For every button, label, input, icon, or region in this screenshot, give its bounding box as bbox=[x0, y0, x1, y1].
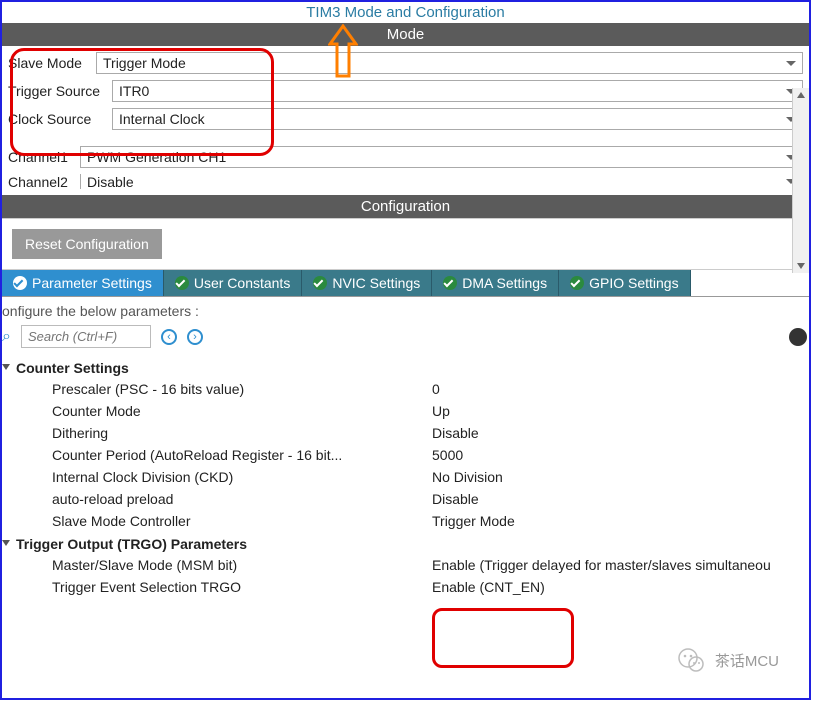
reset-configuration-button[interactable]: Reset Configuration bbox=[12, 229, 162, 259]
label-channel2: Channel2 bbox=[8, 174, 76, 189]
param-label: Dithering bbox=[52, 425, 432, 441]
search-input[interactable] bbox=[21, 325, 151, 348]
tab-label: Parameter Settings bbox=[32, 275, 152, 291]
param-row[interactable]: Master/Slave Mode (MSM bit) Enable (Trig… bbox=[2, 554, 809, 576]
select-channel2-value: Disable bbox=[87, 174, 134, 189]
param-row[interactable]: Prescaler (PSC - 16 bits value) 0 bbox=[2, 378, 809, 400]
chevron-down-icon bbox=[786, 61, 796, 66]
annotation-red-box bbox=[432, 608, 574, 668]
check-icon bbox=[313, 276, 327, 290]
select-trigger-source-value: ITR0 bbox=[119, 83, 149, 99]
param-value: Disable bbox=[432, 491, 479, 507]
wechat-icon bbox=[677, 646, 705, 674]
tab-user-constants[interactable]: User Constants bbox=[164, 270, 302, 296]
group-trgo-parameters[interactable]: Trigger Output (TRGO) Parameters bbox=[2, 534, 809, 554]
param-value: Up bbox=[432, 403, 450, 419]
label-clock-source: Clock Source bbox=[8, 111, 108, 127]
param-value: Enable (Trigger delayed for master/slave… bbox=[432, 557, 771, 573]
tab-label: DMA Settings bbox=[462, 275, 547, 291]
param-value: Trigger Mode bbox=[432, 513, 515, 529]
tab-parameter-settings[interactable]: Parameter Settings bbox=[2, 270, 164, 296]
select-clock-source-value: Internal Clock bbox=[119, 111, 205, 127]
param-value: Enable (CNT_EN) bbox=[432, 579, 545, 595]
check-icon bbox=[570, 276, 584, 290]
watermark-text: 茶话MCU bbox=[715, 650, 779, 671]
select-slave-mode[interactable]: Trigger Mode bbox=[96, 52, 803, 74]
check-icon bbox=[175, 276, 189, 290]
tab-label: GPIO Settings bbox=[589, 275, 678, 291]
param-label: auto-reload preload bbox=[52, 491, 432, 507]
param-value: Disable bbox=[432, 425, 479, 441]
section-header-configuration: Configuration bbox=[2, 195, 809, 218]
param-row[interactable]: Internal Clock Division (CKD) No Divisio… bbox=[2, 466, 809, 488]
search-prev-button[interactable]: ‹ bbox=[161, 329, 177, 345]
label-slave-mode: Slave Mode bbox=[8, 55, 92, 71]
tab-gpio-settings[interactable]: GPIO Settings bbox=[559, 270, 690, 296]
page-title: TIM3 Mode and Configuration bbox=[2, 2, 809, 23]
param-row[interactable]: Trigger Event Selection TRGO Enable (CNT… bbox=[2, 576, 809, 598]
param-value: 5000 bbox=[432, 447, 463, 463]
select-channel1-value: PWM Generation CH1 bbox=[87, 149, 226, 165]
configure-description: onfigure the below parameters : bbox=[2, 297, 809, 321]
tab-nvic-settings[interactable]: NVIC Settings bbox=[302, 270, 432, 296]
select-channel1[interactable]: PWM Generation CH1 bbox=[80, 146, 803, 168]
param-row[interactable]: Slave Mode Controller Trigger Mode bbox=[2, 510, 809, 532]
param-row[interactable]: Counter Mode Up bbox=[2, 400, 809, 422]
check-icon bbox=[443, 276, 457, 290]
param-value: No Division bbox=[432, 469, 503, 485]
param-row[interactable]: Counter Period (AutoReload Register - 16… bbox=[2, 444, 809, 466]
param-label: Master/Slave Mode (MSM bit) bbox=[52, 557, 432, 573]
param-label: Prescaler (PSC - 16 bits value) bbox=[52, 381, 432, 397]
search-next-button[interactable]: › bbox=[187, 329, 203, 345]
param-row[interactable]: auto-reload preload Disable bbox=[2, 488, 809, 510]
watermark: 茶话MCU bbox=[677, 646, 779, 674]
param-label: Slave Mode Controller bbox=[52, 513, 432, 529]
select-slave-mode-value: Trigger Mode bbox=[103, 55, 186, 71]
collapse-all-icon[interactable] bbox=[789, 328, 807, 346]
label-channel1: Channel1 bbox=[8, 149, 76, 165]
label-trigger-source: Trigger Source bbox=[8, 83, 108, 99]
group-counter-settings[interactable]: Counter Settings bbox=[2, 358, 809, 378]
tab-label: NVIC Settings bbox=[332, 275, 420, 291]
tab-dma-settings[interactable]: DMA Settings bbox=[432, 270, 559, 296]
tabs: Parameter Settings User Constants NVIC S… bbox=[2, 269, 809, 297]
param-label: Counter Mode bbox=[52, 403, 432, 419]
param-label: Trigger Event Selection TRGO bbox=[52, 579, 432, 595]
param-label: Internal Clock Division (CKD) bbox=[52, 469, 432, 485]
select-channel2[interactable]: Disable bbox=[80, 174, 803, 189]
section-header-mode: Mode bbox=[2, 23, 809, 46]
param-row[interactable]: Dithering Disable bbox=[2, 422, 809, 444]
param-label: Counter Period (AutoReload Register - 16… bbox=[52, 447, 432, 463]
param-value: 0 bbox=[432, 381, 440, 397]
scrollbar[interactable] bbox=[792, 88, 809, 273]
tab-label: User Constants bbox=[194, 275, 290, 291]
select-clock-source[interactable]: Internal Clock bbox=[112, 108, 803, 130]
search-icon: ⌕ bbox=[2, 328, 11, 346]
check-icon bbox=[13, 276, 27, 290]
select-trigger-source[interactable]: ITR0 bbox=[112, 80, 803, 102]
